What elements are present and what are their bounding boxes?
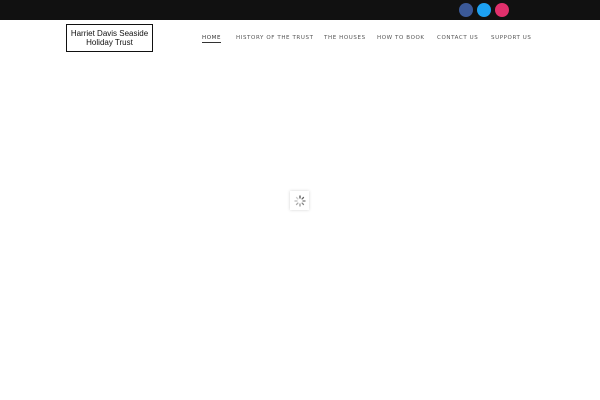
nav-item-history[interactable]: HISTORY OF THE TRUST — [236, 35, 314, 41]
twitter-icon[interactable] — [477, 3, 491, 17]
nav-item-support[interactable]: SUPPORT US — [491, 35, 532, 41]
page-loader — [290, 191, 309, 210]
top-bar — [0, 0, 600, 20]
loading-spinner-icon — [293, 194, 306, 207]
nav-item-how-to-book[interactable]: HOW TO BOOK — [377, 35, 425, 41]
nav-item-houses[interactable]: THE HOUSES — [324, 35, 366, 41]
main-navigation: HOME HISTORY OF THE TRUST THE HOUSES HOW… — [0, 35, 600, 47]
nav-item-home[interactable]: HOME — [202, 35, 222, 43]
nav-item-contact[interactable]: CONTACT US — [437, 35, 478, 41]
facebook-icon[interactable] — [459, 3, 473, 17]
instagram-icon[interactable] — [495, 3, 509, 17]
